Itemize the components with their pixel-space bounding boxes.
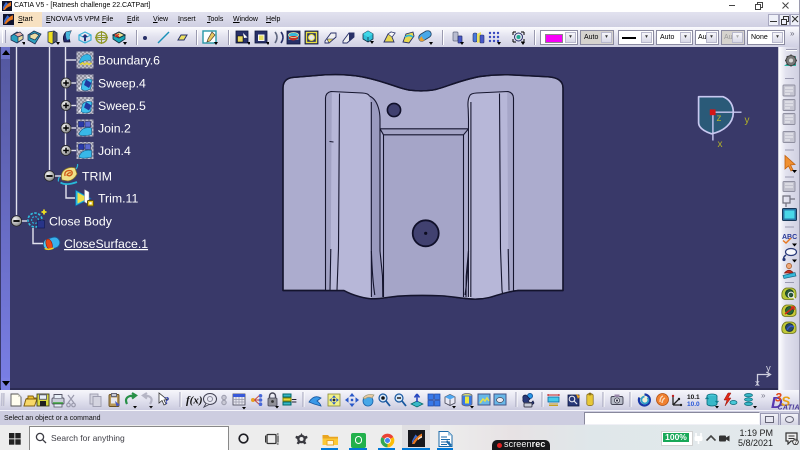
- svg-text:=: =: [292, 396, 297, 406]
- svg-text:?: ?: [164, 395, 170, 407]
- svg-text:Boundary.6: Boundary.6: [98, 54, 160, 68]
- svg-text:10.0: 10.0: [687, 401, 700, 408]
- svg-text:TRIM: TRIM: [82, 170, 112, 184]
- svg-text:x: x: [718, 139, 723, 150]
- svg-text:3: 3: [775, 391, 782, 405]
- svg-text:Join.2: Join.2: [98, 122, 131, 136]
- svg-text:Sweep.4: Sweep.4: [98, 77, 146, 91]
- svg-text:Join.4: Join.4: [98, 144, 131, 158]
- svg-text:»: »: [761, 391, 766, 400]
- svg-text:x: x: [755, 378, 760, 389]
- svg-text:f(x): f(x): [186, 395, 203, 407]
- svg-text:CloseSurface.1: CloseSurface.1: [64, 237, 148, 251]
- svg-text:y: y: [766, 363, 771, 374]
- svg-text:y: y: [745, 115, 750, 126]
- svg-text:z: z: [717, 113, 722, 124]
- svg-text:10.1: 10.1: [687, 394, 700, 401]
- svg-text:Trim.11: Trim.11: [98, 192, 138, 206]
- svg-text:Sweep.5: Sweep.5: [98, 99, 146, 113]
- svg-text:Close Body: Close Body: [49, 215, 113, 229]
